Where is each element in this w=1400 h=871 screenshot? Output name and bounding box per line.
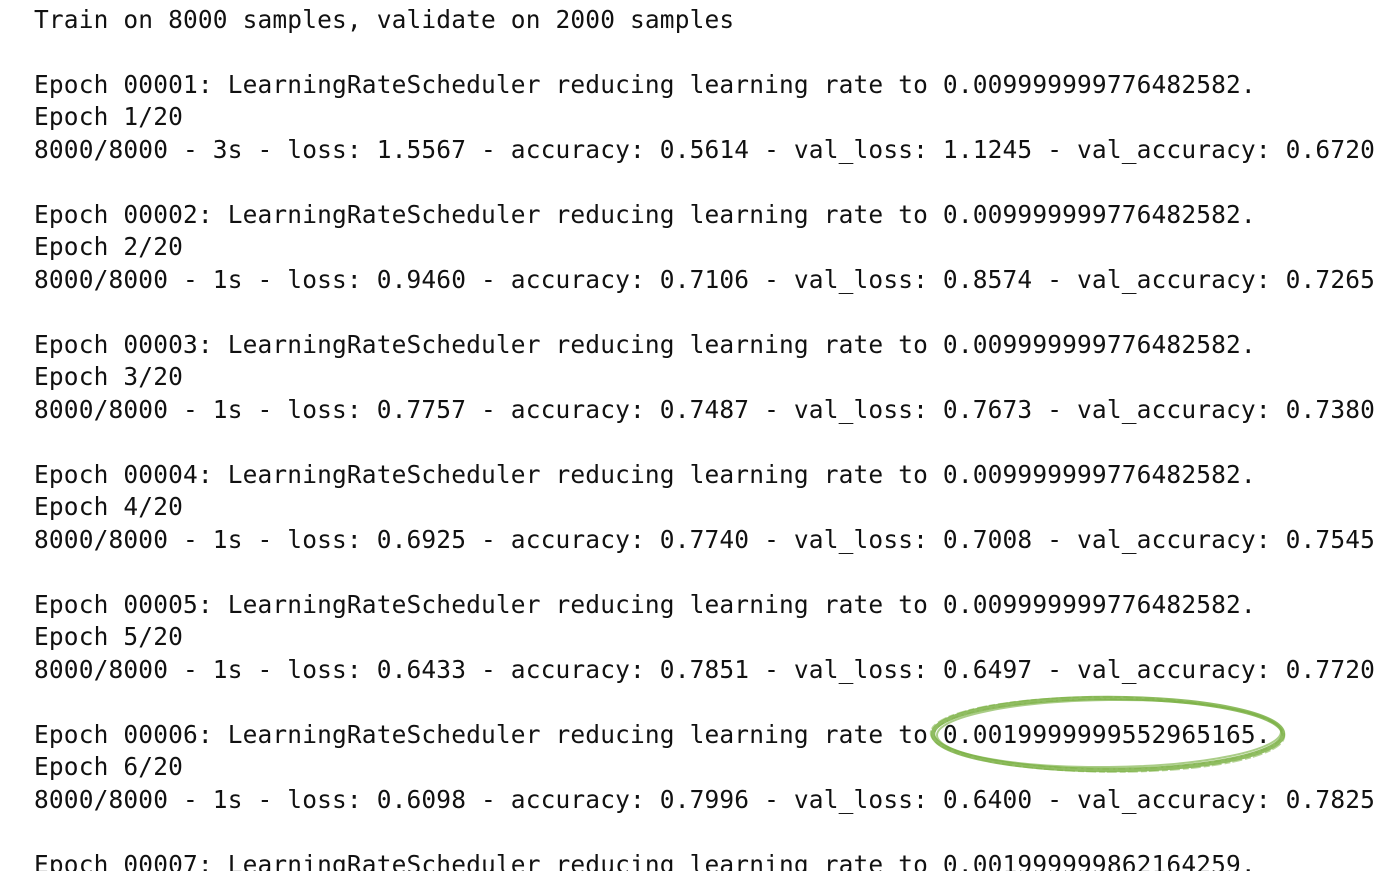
- epoch-counter-line-3: Epoch 3/20: [34, 362, 184, 391]
- metrics-line-epoch-4: 8000/8000 - 1s - loss: 0.6925 - accuracy…: [34, 525, 1376, 554]
- epoch-counter-line-1: Epoch 1/20: [34, 102, 184, 131]
- metrics-line-epoch-3: 8000/8000 - 1s - loss: 0.7757 - accuracy…: [34, 395, 1376, 424]
- epoch-counter-line-4: Epoch 4/20: [34, 492, 184, 521]
- epoch-counter-line-2: Epoch 2/20: [34, 232, 184, 261]
- metrics-line-epoch-5: 8000/8000 - 1s - loss: 0.6433 - accuracy…: [34, 655, 1376, 684]
- scheduler-line-epoch-7: Epoch 00007: LearningRateScheduler reduc…: [34, 850, 1256, 871]
- metrics-line-epoch-2: 8000/8000 - 1s - loss: 0.9460 - accuracy…: [34, 265, 1376, 294]
- training-summary-line: Train on 8000 samples, validate on 2000 …: [34, 5, 735, 34]
- scheduler-line-epoch-1: Epoch 00001: LearningRateScheduler reduc…: [34, 70, 1256, 99]
- epoch-counter-line-5: Epoch 5/20: [34, 622, 184, 651]
- scheduler-line-epoch-6: Epoch 00006: LearningRateScheduler reduc…: [34, 720, 1271, 749]
- epoch-counter-line-6: Epoch 6/20: [34, 752, 184, 781]
- scheduler-line-epoch-5: Epoch 00005: LearningRateScheduler reduc…: [34, 590, 1256, 619]
- metrics-line-epoch-6: 8000/8000 - 1s - loss: 0.6098 - accuracy…: [34, 785, 1376, 814]
- scheduler-line-epoch-2: Epoch 00002: LearningRateScheduler reduc…: [34, 200, 1256, 229]
- metrics-line-epoch-1: 8000/8000 - 3s - loss: 1.5567 - accuracy…: [34, 135, 1376, 164]
- terminal-output: Train on 8000 samples, validate on 2000 …: [0, 0, 1400, 871]
- scheduler-line-epoch-4: Epoch 00004: LearningRateScheduler reduc…: [34, 460, 1256, 489]
- scheduler-line-epoch-3: Epoch 00003: LearningRateScheduler reduc…: [34, 330, 1256, 359]
